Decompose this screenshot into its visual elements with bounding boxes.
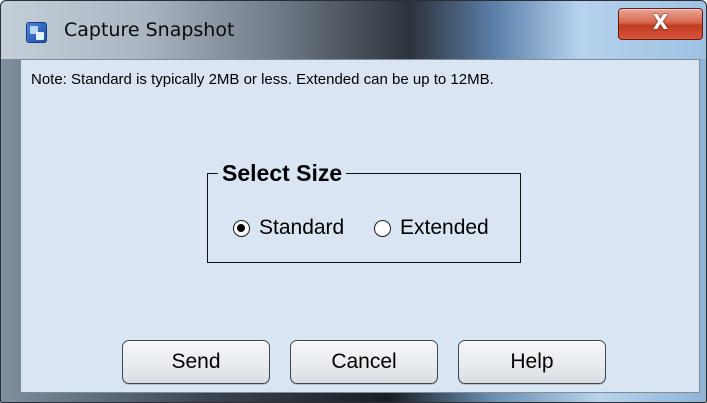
standard-radio-button[interactable] [233,219,250,237]
close-icon: X [652,10,669,34]
group-title: Select Size [218,160,347,186]
window-title: Capture Snapshot [64,19,235,41]
cancel-button[interactable]: Cancel [290,340,438,384]
send-button[interactable]: Send [122,340,270,384]
extended-radio-label[interactable]: Extended [400,216,489,240]
dialog-body: Note: Standard is typically 2MB or less.… [20,59,700,393]
close-button[interactable]: X [618,8,703,40]
select-size-group: Select Size Standard Extended [207,160,521,263]
title-bar[interactable]: Capture Snapshot X [1,1,706,59]
app-icon [26,22,47,43]
note-text: Note: Standard is typically 2MB or less.… [31,71,494,88]
extended-radio[interactable]: Extended [374,215,489,241]
standard-radio[interactable]: Standard [233,215,344,241]
capture-snapshot-dialog: Capture Snapshot X Note: Standard is typ… [0,0,707,403]
standard-radio-label[interactable]: Standard [259,216,344,240]
extended-radio-button[interactable] [374,219,391,237]
help-button[interactable]: Help [458,340,606,384]
